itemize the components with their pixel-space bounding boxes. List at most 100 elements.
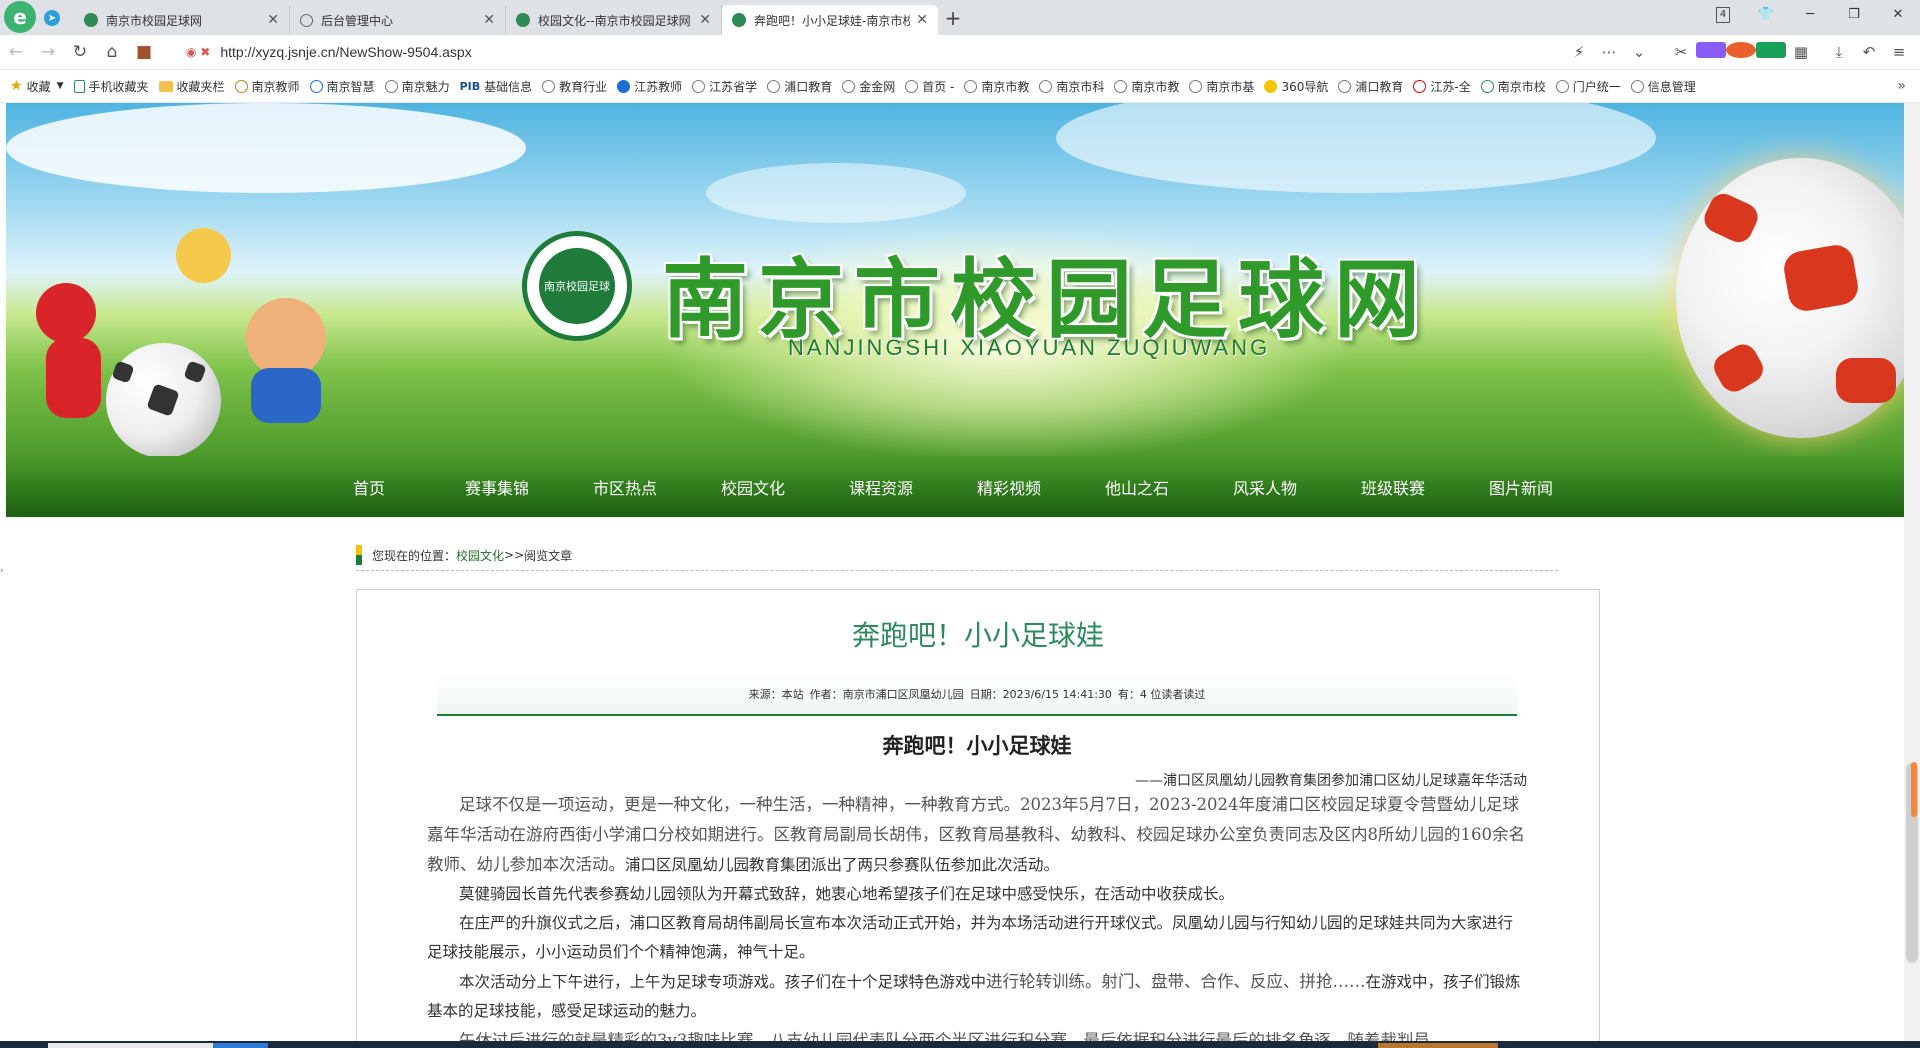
download-icon[interactable]: ⤓ [1824,43,1854,61]
nav-photo-news[interactable]: 图片新闻 [1457,475,1585,499]
bookmark-item[interactable]: 江苏-全 [1413,78,1471,95]
bookmark-item[interactable]: 教育行业 [542,78,607,95]
reload-button[interactable]: ↻ [64,42,96,62]
bookmark-item[interactable]: 南京市科 [1039,78,1104,95]
bookmark-label: 信息管理 [1647,79,1696,94]
new-tab-button[interactable]: + [938,6,968,30]
site-logo[interactable]: 南京校园足球 [522,231,632,341]
browser-logo-icon[interactable]: e [4,1,36,33]
bookmark-item[interactable]: 南京教师 [234,78,300,95]
close-tab-icon[interactable]: ✕ [483,12,495,28]
kid-right-body [251,368,321,423]
close-window-button[interactable]: ✕ [1876,7,1920,22]
insecure-icon[interactable]: ◉ ✖ [186,45,210,59]
taskbar-item[interactable] [1378,1043,1498,1048]
globe-icon [1039,79,1053,93]
minimize-button[interactable]: ─ [1788,7,1832,22]
bookmark-label: 江苏-全 [1430,79,1471,94]
restore-button[interactable]: ❐ [1832,7,1876,22]
bookmark-item[interactable]: 收藏夹栏 [158,78,225,95]
bookmark-item[interactable]: 浦口教育 [1338,78,1403,95]
url-field[interactable]: ◉ ✖ http://xyzq.jsnje.cn/NewShow-9504.as… [186,44,1564,60]
meta-author: 作者：南京市浦口区凤凰幼儿园 [809,688,964,701]
article-meta: 来源：本站 作者：南京市浦口区凤凰幼儿园 日期：2023/6/15 14:41:… [437,674,1517,716]
window-controls: 4 👕 ─ ❐ ✕ [1700,0,1920,28]
bookmark-label: 南京市科 [1056,79,1105,94]
bookmark-item[interactable]: 手机收藏夹 [73,78,149,95]
bookmark-item[interactable]: 南京市教 [1114,78,1179,95]
forward-button[interactable]: → [32,42,64,62]
shirt-icon[interactable]: 👕 [1744,7,1788,22]
bookmarks-overflow-icon[interactable]: » [1897,78,1906,94]
meta-reads: 有：4 位读者读过 [1117,688,1206,701]
home-button[interactable]: ⌂ [96,42,128,62]
nav-videos[interactable]: 精彩视频 [945,475,1073,499]
back-button[interactable]: ← [0,42,32,62]
menu-icon[interactable]: ≡ [1884,43,1914,61]
page-scrollbar[interactable] [1904,103,1920,1043]
more-icon[interactable]: ⋯ [1594,43,1624,61]
bookmark-item[interactable]: 南京智慧 [309,78,375,95]
nav-campus-culture[interactable]: 校园文化 [689,475,817,499]
bookmark-item[interactable]: 门户统一 [1555,78,1621,95]
tab-count-button[interactable]: 4 [1700,6,1744,23]
folder-icon [158,80,173,92]
breadcrumb-section-link[interactable]: 校园文化 [456,547,504,564]
site-favicon-icon [732,13,746,27]
game-icon[interactable] [1726,42,1756,62]
bookmark-label: 金金网 [859,79,896,94]
bookmark-item[interactable]: 南京市基 [1189,78,1254,95]
taskbar-item-active[interactable] [213,1043,268,1048]
extension-green-icon[interactable] [1756,42,1786,62]
bookmark-item[interactable]: 金金网 [842,78,895,95]
nav-city-hotspots[interactable]: 市区热点 [561,475,689,499]
bookmark-item[interactable]: PIB 基础信息 [460,78,533,95]
taskbar-item[interactable] [48,1043,213,1048]
bookmark-item[interactable]: 南京市校 [1480,78,1546,95]
close-tab-icon[interactable]: ✕ [267,12,279,28]
toolbar-right: ⚡ ⋯ ⌄ ✂ ▦ ⤓ ↶ ≡ [1564,42,1914,62]
bookmark-item[interactable]: 南京市教 [964,78,1029,95]
bookmark-item[interactable]: 360导航 [1264,78,1328,95]
site-icon [1413,79,1427,93]
briefcase-icon[interactable]: ■ [128,42,160,62]
close-tab-icon[interactable]: ✕ [699,12,711,28]
url-text[interactable]: http://xyzq.jsnje.cn/NewShow-9504.aspx [220,44,471,60]
globe-icon [767,79,781,93]
bookmark-item[interactable]: 江苏省学 [692,78,757,95]
breadcrumb-current: 阅览文章 [524,548,573,563]
bookmark-item[interactable]: 江苏教师 [617,78,682,95]
telegram-icon[interactable]: ➤ [44,10,60,26]
nav-class-league[interactable]: 班级联赛 [1329,475,1457,499]
nav-course-resources[interactable]: 课程资源 [817,475,945,499]
tab-2[interactable]: 后台管理中心 ✕ [290,5,506,35]
bookmark-item[interactable]: 首页 - [905,78,954,95]
sidebar-expand-handle[interactable]: › [0,566,4,576]
bookmark-favorites[interactable]: ★ 收藏 ▼ [10,78,64,95]
tab-count-badge: 4 [1716,6,1730,23]
site-favicon-icon [84,13,98,27]
nav-other-experience[interactable]: 他山之石 [1073,475,1201,499]
lightning-icon[interactable]: ⚡ [1564,43,1594,61]
undo-icon[interactable]: ↶ [1854,43,1884,61]
bookmark-label: 南京市教 [1131,79,1180,94]
bookmark-label: 门户统一 [1572,79,1621,94]
nav-match-highlights[interactable]: 赛事集锦 [433,475,561,499]
close-tab-icon[interactable]: ✕ [916,12,928,28]
apps-grid-icon[interactable]: ▦ [1786,43,1816,61]
nav-home[interactable]: 首页 [305,475,433,499]
tab-3[interactable]: 校园文化--南京市校园足球网 ✕ [506,5,722,35]
tab-1[interactable]: 南京市校园足球网 ✕ [74,5,290,35]
extension-purple-icon[interactable] [1696,42,1726,62]
scissors-icon[interactable]: ✂ [1666,43,1696,61]
cloud-decoration [706,163,966,223]
nav-profiles[interactable]: 风采人物 [1201,475,1329,499]
chevron-down-icon[interactable]: ⌄ [1624,43,1654,61]
bookmark-item[interactable]: 浦口教育 [767,78,832,95]
bookmark-item[interactable]: 南京魅力 [384,78,450,95]
tab-4-active[interactable]: 奔跑吧！小小足球娃-南京市校 ✕ [722,5,938,35]
globe-icon [1630,79,1644,93]
logo-text: 南京校园足球 [539,248,615,324]
breadcrumb-separator: >> [504,548,525,562]
bookmark-item[interactable]: 信息管理 [1630,78,1696,95]
